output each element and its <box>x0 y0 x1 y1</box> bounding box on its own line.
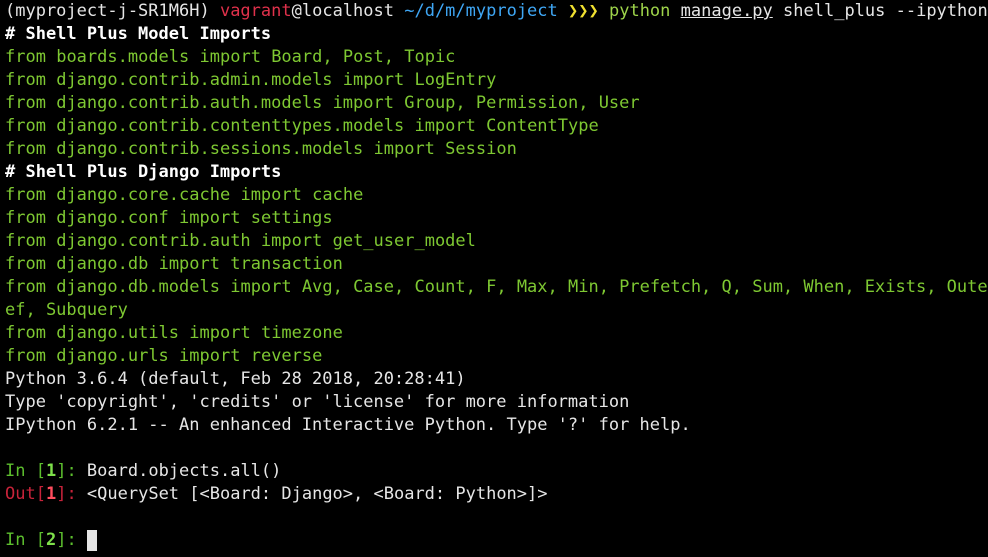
in-prompt-label: In [ <box>5 461 46 481</box>
import-line: from django.db.models import Avg, Case, … <box>5 277 988 297</box>
import-line: from boards.models import Board, Post, T… <box>5 47 456 67</box>
prompt-host: localhost <box>301 1 394 21</box>
import-line: from django.db import transaction <box>5 254 343 274</box>
import-line: from django.contrib.sessions.models impo… <box>5 139 517 159</box>
prompt-at: @ <box>291 1 302 21</box>
import-line: from django.utils import timezone <box>5 323 343 343</box>
input-code: Board.objects.all() <box>86 461 282 481</box>
command-args: shell_plus --ipython <box>783 1 988 21</box>
out-prompt-number: 1 <box>45 484 57 504</box>
import-line: from django.contrib.contenttypes.models … <box>5 116 599 136</box>
django-imports-header: # Shell Plus Django Imports <box>5 162 282 182</box>
out-prompt-label: Out[ <box>5 484 46 504</box>
import-line: from django.core.cache import cache <box>5 185 364 205</box>
in-prompt-number: 1 <box>45 461 57 481</box>
virtualenv-name: (myproject-j-SR1M6H) <box>5 1 210 21</box>
in-prompt-close: ]: <box>56 461 87 481</box>
in-prompt-label: In [ <box>5 530 46 550</box>
import-line: from django.urls import reverse <box>5 346 323 366</box>
out-prompt-close: ]: <box>56 484 87 504</box>
in-prompt-number: 2 <box>45 530 57 550</box>
import-line: from django.contrib.auth import get_user… <box>5 231 476 251</box>
in-prompt-close: ]: <box>56 530 87 550</box>
import-line: from django.contrib.admin.models import … <box>5 70 497 90</box>
command-script: manage.py <box>680 1 773 21</box>
import-line-wrap: ef, Subquery <box>5 300 128 320</box>
import-line: from django.contrib.auth.models import G… <box>5 93 640 113</box>
ipython-output-1: Out[1]: <QuerySet [<Board: Django>, <Boa… <box>5 483 988 506</box>
ipython-input-1: In [1]: Board.objects.all() <box>5 460 988 483</box>
text-cursor[interactable] <box>86 530 97 551</box>
ipython-version-banner: IPython 6.2.1 -- An enhanced Interactive… <box>5 415 691 435</box>
prompt-user: vagrant <box>219 1 292 21</box>
command-python: python <box>608 1 671 21</box>
import-line: from django.conf import settings <box>5 208 333 228</box>
terminal-window[interactable]: (myproject-j-SR1M6H) vagrant@localhost ~… <box>0 0 988 557</box>
ipython-input-2[interactable]: In [2]: <box>5 529 988 552</box>
shell-prompt-line: (myproject-j-SR1M6H) vagrant@localhost ~… <box>5 0 988 23</box>
prompt-cwd: ~/d/m/myproject <box>404 1 558 21</box>
python-info-banner: Type 'copyright', 'credits' or 'license'… <box>5 392 630 412</box>
python-version-banner: Python 3.6.4 (default, Feb 28 2018, 20:2… <box>5 369 466 389</box>
model-imports-header: # Shell Plus Model Imports <box>5 24 272 44</box>
output-value: <QuerySet [<Board: Django>, <Board: Pyth… <box>86 484 548 504</box>
prompt-arrows: ❯❯❯ <box>568 1 599 21</box>
